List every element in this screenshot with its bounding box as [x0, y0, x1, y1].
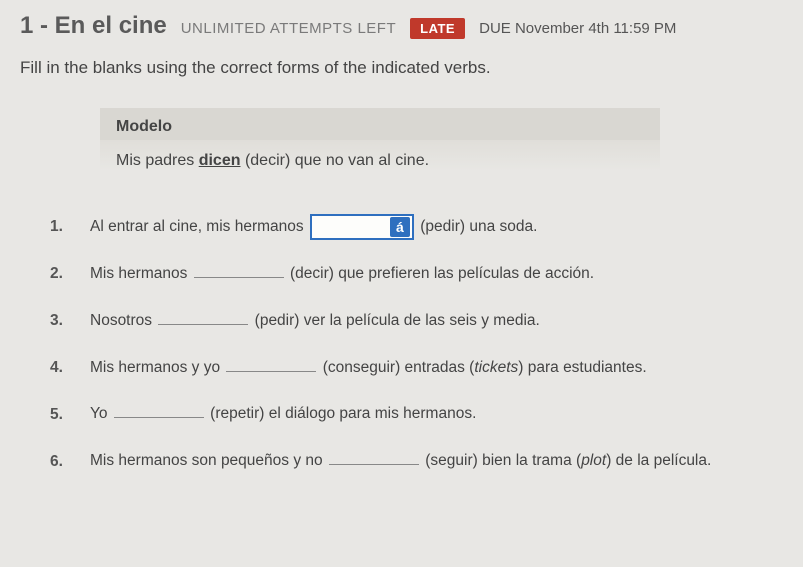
model-sentence: Mis padres dicen (decir) que no van al c… [100, 140, 660, 184]
question-after-open: (seguir) bien la trama ( [425, 452, 581, 469]
assignment-title: 1 - En el cine [20, 12, 167, 40]
answer-blank[interactable] [329, 450, 419, 466]
question-after: (decir) que prefieren las películas de a… [290, 265, 594, 282]
accent-button[interactable]: á [390, 217, 410, 237]
question-number: 4. [50, 359, 90, 377]
late-badge: LATE [410, 18, 465, 39]
question-number: 3. [50, 312, 90, 330]
attempts-left: UNLIMITED ATTEMPTS LEFT [181, 20, 396, 37]
question-text: Mis hermanos (decir) que prefieren las p… [90, 262, 783, 287]
question-row: 6. Mis hermanos son pequeños y no (segui… [50, 449, 783, 474]
question-text: Mis hermanos y yo (conseguir) entradas (… [90, 356, 783, 381]
due-label: DUE [479, 20, 511, 37]
question-number: 6. [50, 453, 90, 471]
question-number: 1. [50, 218, 90, 236]
question-number: 2. [50, 265, 90, 283]
question-before: Al entrar al cine, mis hermanos [90, 218, 304, 235]
question-row: 1. Al entrar al cine, mis hermanos á (pe… [50, 214, 783, 240]
question-after: (repetir) el diálogo para mis hermanos. [210, 405, 476, 422]
assignment-header: 1 - En el cine UNLIMITED ATTEMPTS LEFT L… [20, 12, 783, 40]
question-row: 3. Nosotros (pedir) ver la película de l… [50, 309, 783, 334]
model-example: Modelo Mis padres dicen (decir) que no v… [100, 108, 660, 184]
model-answer: dicen [199, 152, 241, 169]
question-before: Mis hermanos y yo [90, 359, 220, 376]
question-after-close: ) de la película. [606, 452, 711, 469]
instructions-text: Fill in the blanks using the correct for… [20, 58, 783, 78]
question-text: Al entrar al cine, mis hermanos á (pedir… [90, 214, 783, 240]
due-date: DUE November 4th 11:59 PM [479, 20, 676, 37]
question-after-open: (conseguir) entradas ( [323, 359, 475, 376]
question-row: 4. Mis hermanos y yo (conseguir) entrada… [50, 356, 783, 381]
question-before: Mis hermanos son pequeños y no [90, 452, 323, 469]
answer-blank[interactable] [226, 356, 316, 372]
answer-input-wrapper: á [310, 214, 414, 240]
model-heading: Modelo [100, 108, 660, 140]
answer-input[interactable] [318, 219, 388, 236]
question-row: 5. Yo (repetir) el diálogo para mis herm… [50, 402, 783, 427]
question-italic: plot [581, 452, 606, 469]
question-before: Nosotros [90, 312, 152, 329]
answer-blank[interactable] [194, 263, 284, 279]
question-text: Yo (repetir) el diálogo para mis hermano… [90, 402, 783, 427]
question-list: 1. Al entrar al cine, mis hermanos á (pe… [50, 214, 783, 474]
due-value: November 4th 11:59 PM [515, 20, 676, 37]
question-number: 5. [50, 406, 90, 424]
question-text: Nosotros (pedir) ver la película de las … [90, 309, 783, 334]
question-after: (pedir) ver la película de las seis y me… [255, 312, 540, 329]
question-after-close: ) para estudiantes. [518, 359, 646, 376]
question-after: (pedir) una soda. [420, 218, 537, 235]
answer-blank[interactable] [114, 403, 204, 419]
model-suffix: (decir) que no van al cine. [241, 152, 430, 169]
question-row: 2. Mis hermanos (decir) que prefieren la… [50, 262, 783, 287]
question-italic: tickets [474, 359, 518, 376]
question-before: Mis hermanos [90, 265, 187, 282]
question-text: Mis hermanos son pequeños y no (seguir) … [90, 449, 783, 474]
answer-blank[interactable] [158, 309, 248, 325]
question-before: Yo [90, 405, 108, 422]
model-prefix: Mis padres [116, 152, 199, 169]
